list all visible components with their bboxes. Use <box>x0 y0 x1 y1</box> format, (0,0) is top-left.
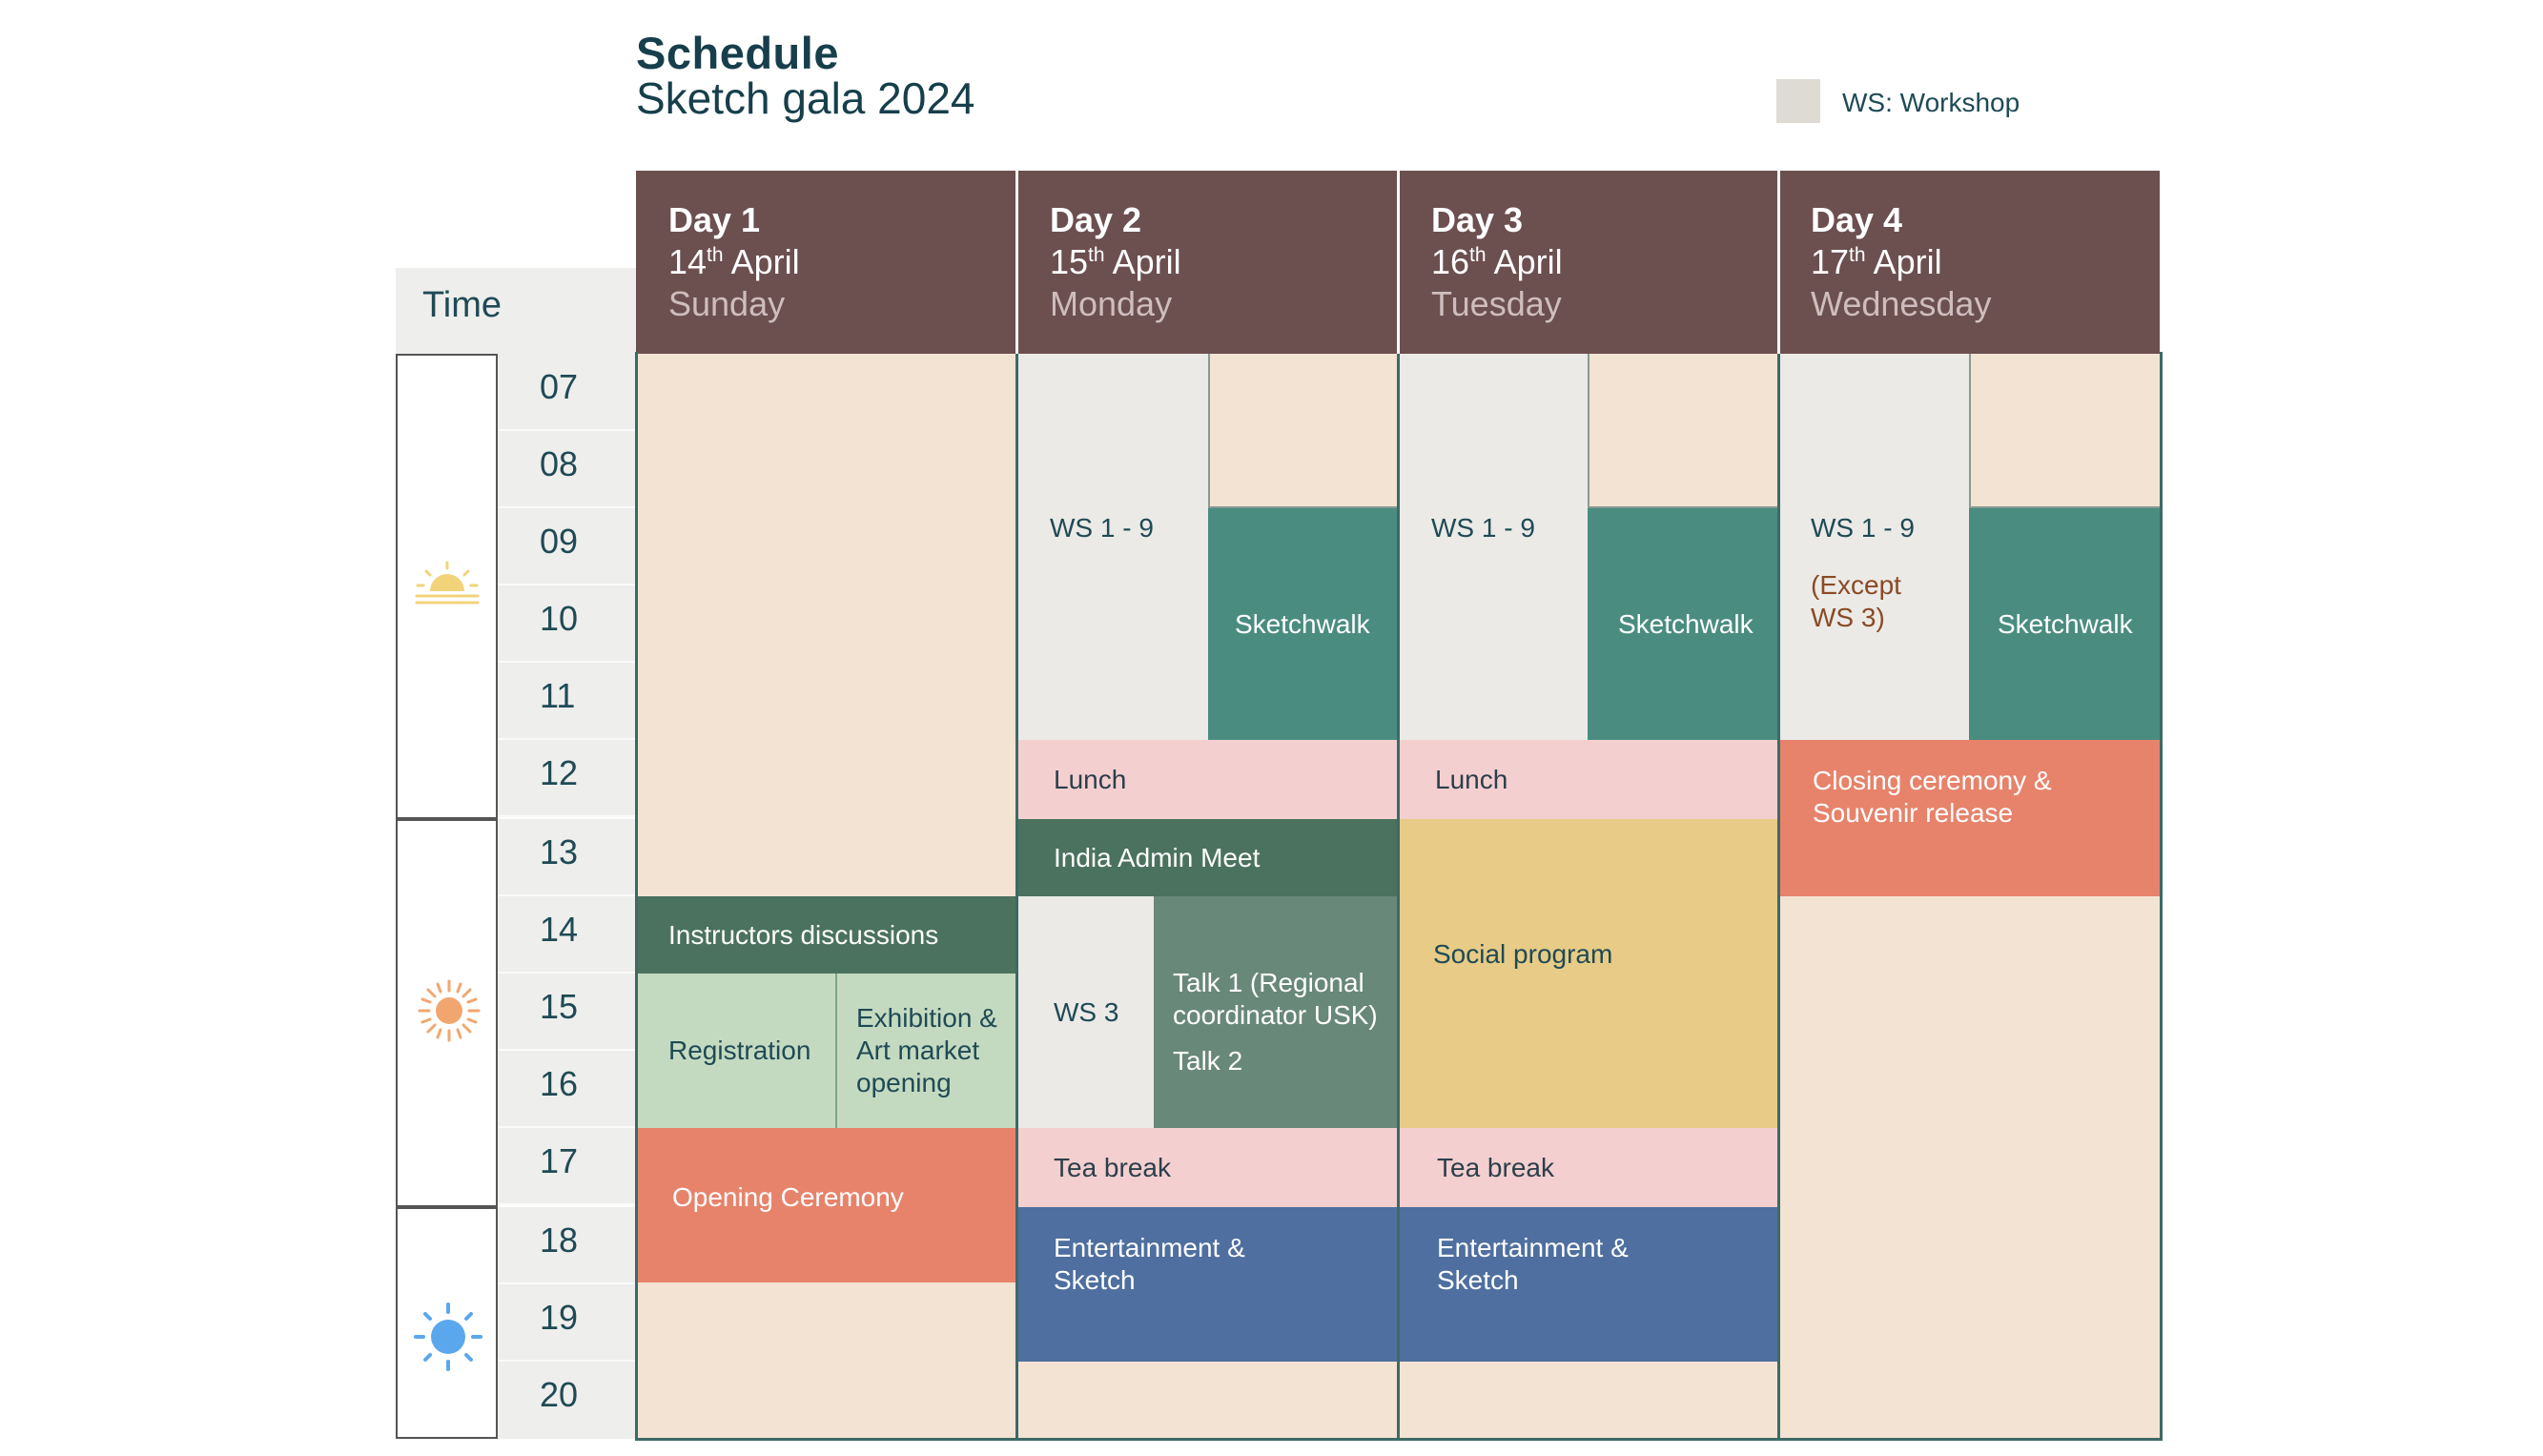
event-workshops: WS 1 - 9 (Except WS 3) <box>1778 354 1969 740</box>
legend-label: WS: Workshop <box>1842 88 2020 117</box>
talk-2: Talk 2 <box>1173 1046 1243 1076</box>
hour-cell: 20 <box>498 1362 636 1439</box>
sun-evening-icon <box>414 1302 482 1371</box>
free-slot <box>1017 1362 1399 1439</box>
page-subtitle: Sketch gala 2024 <box>636 73 975 123</box>
grid-line <box>635 354 638 1439</box>
free-slot <box>1588 354 1778 508</box>
day-weekday: Sunday <box>668 284 786 323</box>
day-weekday: Tuesday <box>1431 284 1562 323</box>
event-entertainment-sketch: Entertainment & Sketch <box>1399 1207 1778 1362</box>
workshop-note: (Except WS 3) <box>1811 570 1901 632</box>
event-instructors-discussions: Instructors discussions <box>636 896 1017 974</box>
free-slot <box>636 354 1017 896</box>
free-slot <box>1399 1362 1778 1439</box>
event-opening-ceremony: Opening Ceremony <box>636 1128 1017 1282</box>
period-evening <box>396 1207 498 1439</box>
workshop-label: WS 1 - 9 <box>1811 513 1915 543</box>
hour-cell: 16 <box>498 1051 636 1128</box>
event-exhibition-art-market: Exhibition & Art market opening <box>837 974 1017 1128</box>
day-date: 14th April <box>668 242 800 281</box>
grid-line <box>1777 354 1780 1439</box>
day-header-3: Day 3 16th April Tuesday <box>1399 171 1778 354</box>
hour-cell: 17 <box>498 1128 636 1205</box>
day-date: 17th April <box>1811 242 1942 281</box>
hour-cell: 13 <box>498 819 636 896</box>
free-slot <box>636 1282 1017 1439</box>
event-lunch: Lunch <box>1017 740 1399 819</box>
event-sketchwalk: Sketchwalk <box>1208 508 1399 740</box>
day-name: Day 2 <box>1050 200 1142 239</box>
day-name: Day 4 <box>1811 200 1903 239</box>
sunrise-icon <box>415 561 480 605</box>
event-workshops: WS 1 - 9 <box>1399 354 1588 740</box>
event-tea-break: Tea break <box>1399 1128 1778 1207</box>
sun-afternoon-icon <box>418 979 481 1042</box>
hour-cell: 08 <box>498 431 636 508</box>
free-slot <box>1778 896 2160 1439</box>
event-sketchwalk: Sketchwalk <box>1588 508 1778 740</box>
event-lunch: Lunch <box>1399 740 1778 819</box>
event-closing-ceremony: Closing ceremony & Souvenir release <box>1778 740 2160 896</box>
hour-cell: 10 <box>498 585 636 663</box>
day-weekday: Wednesday <box>1811 284 1992 323</box>
period-morning <box>396 354 498 819</box>
header-divider <box>1015 171 1018 354</box>
event-ws3: WS 3 <box>1017 896 1154 1128</box>
hour-cell: 15 <box>498 974 636 1051</box>
hour-cell: 18 <box>498 1207 636 1284</box>
hour-cell: 11 <box>498 663 636 740</box>
page-title: Schedule <box>636 28 839 78</box>
header-divider <box>1397 171 1400 354</box>
hour-cell: 19 <box>498 1284 636 1362</box>
hour-cell: 14 <box>498 896 636 974</box>
day-header-1: Day 1 14th April Sunday <box>636 171 1017 354</box>
event-registration: Registration <box>636 974 836 1128</box>
grid-line <box>1397 354 1400 1439</box>
header-divider <box>1777 171 1780 354</box>
event-entertainment-sketch: Entertainment & Sketch <box>1017 1207 1399 1362</box>
day-date: 15th April <box>1050 242 1181 281</box>
hour-cell: 07 <box>498 354 636 431</box>
hour-cell: 12 <box>498 740 636 817</box>
free-slot <box>1208 354 1399 508</box>
hour-cell: 09 <box>498 508 636 585</box>
event-workshops: WS 1 - 9 <box>1017 354 1208 740</box>
event-tea-break: Tea break <box>1017 1128 1399 1207</box>
time-header: Time <box>396 268 636 354</box>
day-name: Day 3 <box>1431 200 1524 239</box>
event-sketchwalk: Sketchwalk <box>1969 508 2160 740</box>
day-weekday: Monday <box>1050 284 1173 323</box>
day-header-4: Day 4 17th April Wednesday <box>1778 171 2160 354</box>
event-social-program: Social program <box>1399 819 1778 1128</box>
day-name: Day 1 <box>668 200 761 239</box>
period-afternoon <box>396 819 498 1207</box>
legend-swatch <box>1776 79 1820 123</box>
event-talks: Talk 1 (Regional coordinator USK) Talk 2 <box>1154 896 1399 1128</box>
talk-1: Talk 1 (Regional coordinator USK) <box>1173 968 1378 1030</box>
day-date: 16th April <box>1431 242 1563 281</box>
event-india-admin-meet: India Admin Meet <box>1017 819 1399 896</box>
day-header-2: Day 2 15th April Monday <box>1017 171 1399 354</box>
free-slot <box>1969 354 2160 508</box>
grid-line <box>1015 354 1018 1439</box>
